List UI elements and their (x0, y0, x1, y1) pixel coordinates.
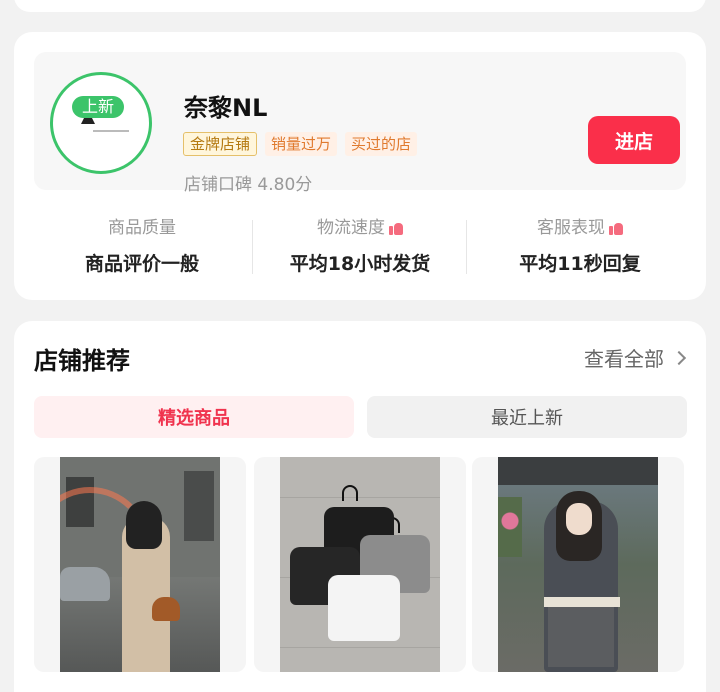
new-arrival-badge: 上新 (72, 96, 125, 118)
see-all-link[interactable]: 查看全部 (584, 343, 687, 372)
metric-value: 商品评价一般 (84, 253, 199, 275)
tab-featured[interactable]: 精选商品 (34, 396, 354, 438)
tag-gold-store: 金牌店铺 (183, 132, 258, 156)
enter-store-button[interactable]: 进店 (588, 116, 680, 164)
metric-label: 商品质量 (108, 218, 176, 238)
store-card: 上新 奈黎NL 金牌店铺 销量过万 买过的店 店铺口碑 4.80分 进店 商品质… (14, 32, 706, 300)
store-header[interactable]: 上新 奈黎NL 金牌店铺 销量过万 买过的店 店铺口碑 4.80分 进店 (34, 52, 686, 195)
product-card[interactable] (254, 457, 466, 672)
store-recommend-card: 店铺推荐 查看全部 精选商品 最近上新 (14, 321, 706, 692)
metric-logistics: 物流速度 平均18小时发货 (260, 216, 460, 278)
store-rating: 店铺口碑 4.80分 (184, 170, 312, 195)
chevron-right-icon (671, 350, 687, 365)
photo-tshirts (280, 457, 440, 672)
product-card[interactable] (472, 457, 684, 672)
rating-value: 4.80分 (257, 175, 313, 195)
store-avatar[interactable] (50, 72, 152, 174)
metric-label: 客服表现 (537, 218, 605, 238)
metric-value: 平均18小时发货 (289, 253, 431, 275)
see-all-label: 查看全部 (584, 347, 664, 371)
metric-quality: 商品质量 商品评价一般 (42, 216, 242, 278)
divider (252, 220, 253, 274)
store-name[interactable]: 奈黎NL (184, 88, 267, 123)
thumbs-up-icon (609, 221, 623, 235)
metric-value: 平均11秒回复 (519, 253, 641, 275)
thumbs-up-icon (389, 221, 403, 235)
photo-woman-street (60, 457, 220, 672)
tab-new-arrivals[interactable]: 最近上新 (367, 396, 687, 438)
rating-label: 店铺口碑 (184, 175, 252, 195)
tag-purchased: 买过的店 (345, 132, 418, 156)
metric-label: 物流速度 (317, 218, 385, 238)
product-card[interactable] (34, 457, 246, 672)
store-metrics: 商品质量 商品评价一般 物流速度 平均18小时发货 客服表现 平均11秒回复 (34, 216, 686, 280)
section-title: 店铺推荐 (34, 347, 130, 375)
previous-card (14, 0, 706, 12)
photo-woman-cafe (498, 457, 658, 672)
store-tags: 金牌店铺 销量过万 买过的店 (183, 132, 418, 156)
metric-service: 客服表现 平均11秒回复 (480, 216, 680, 278)
tag-sales: 销量过万 (265, 132, 338, 156)
divider (466, 220, 467, 274)
